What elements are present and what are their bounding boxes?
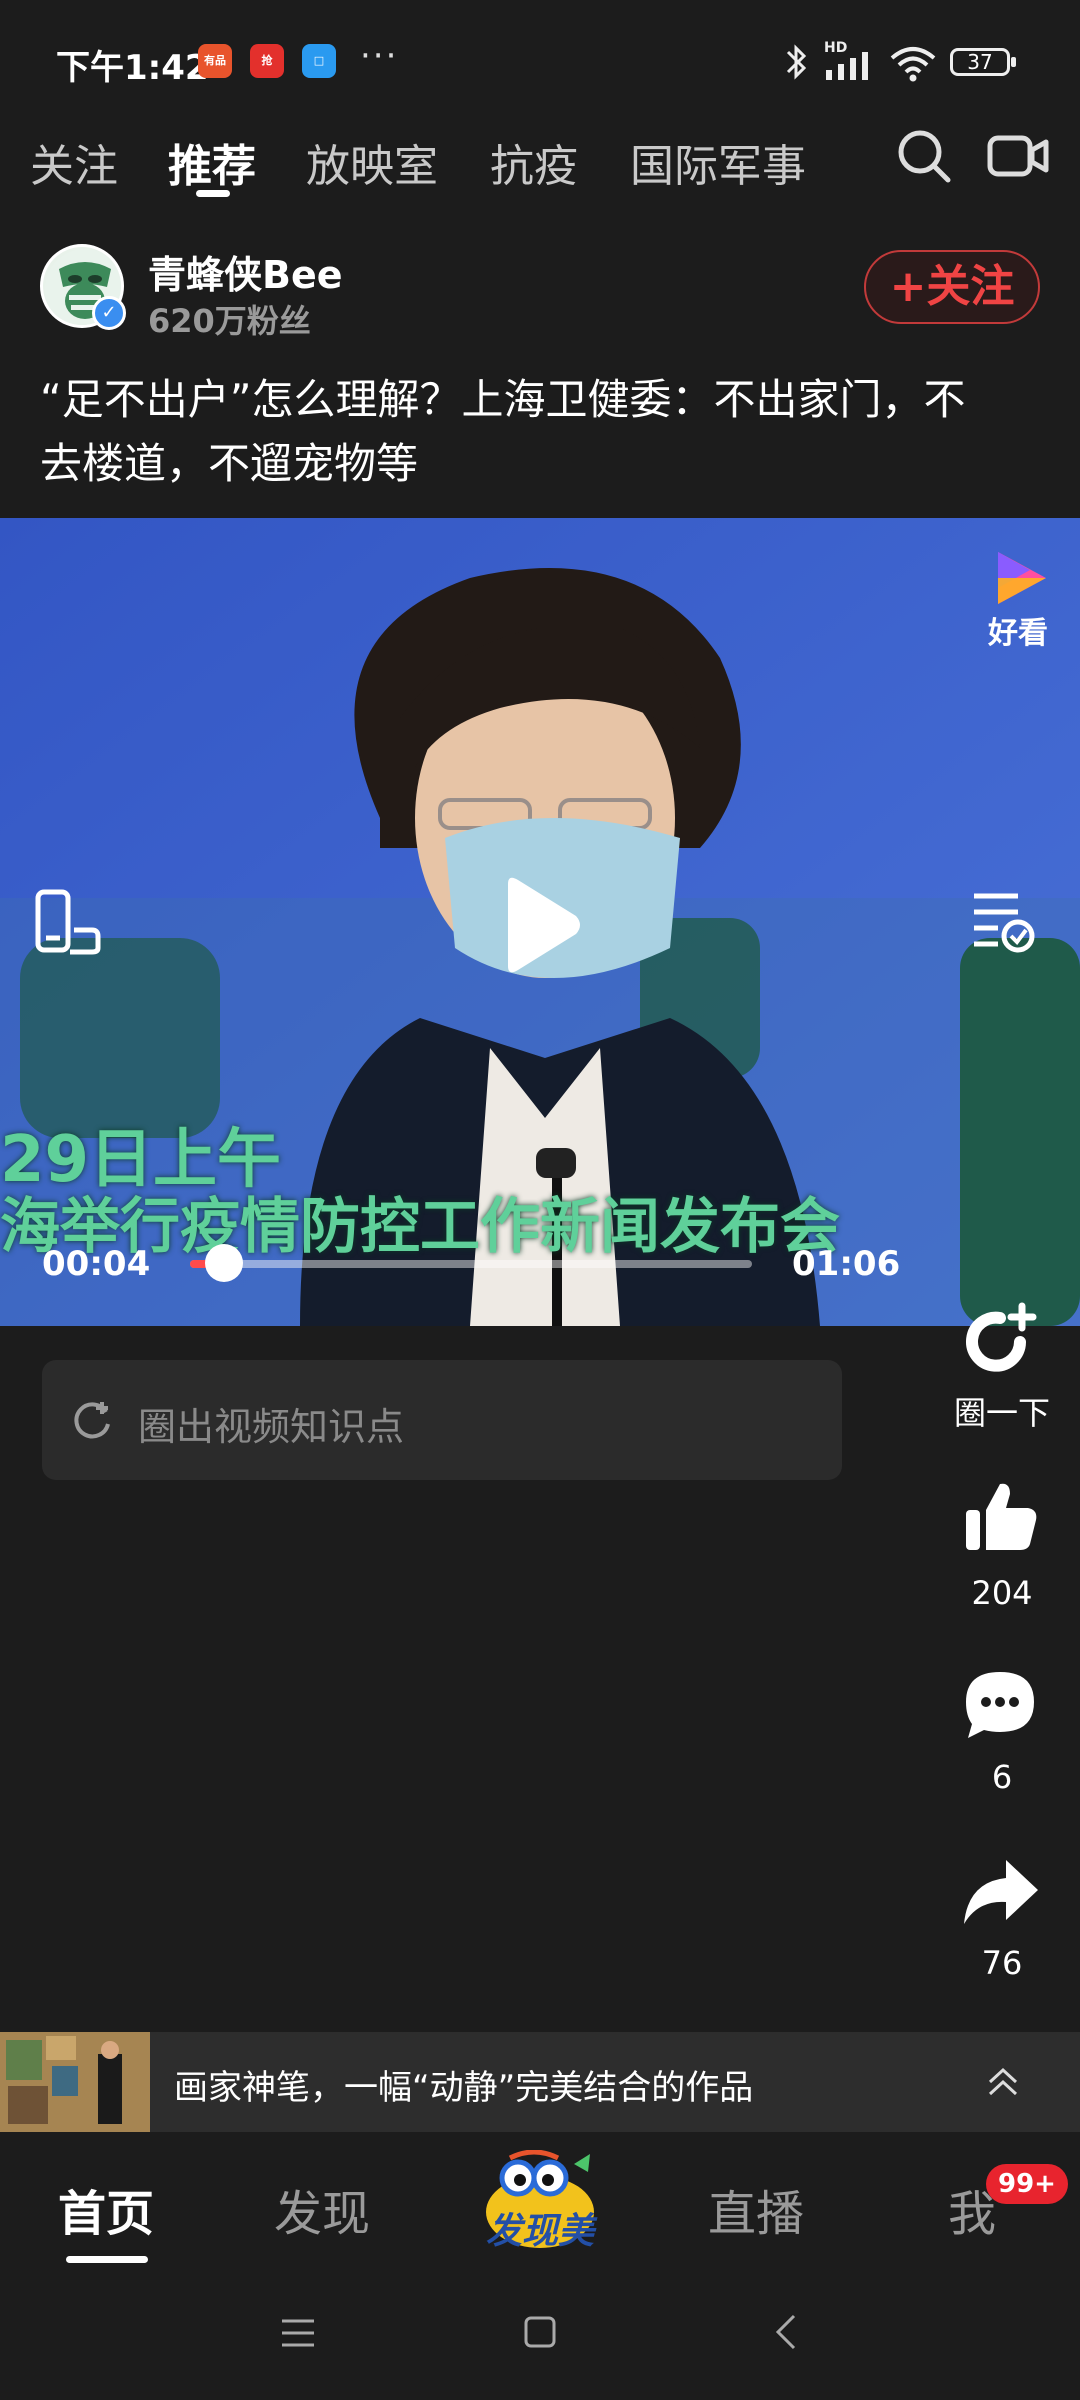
progress-track[interactable] bbox=[190, 1260, 752, 1268]
status-bar: 下午1:42 有品 抢 □ ··· HD 37 bbox=[0, 0, 1080, 120]
settings-list-icon[interactable] bbox=[968, 886, 1038, 956]
comment-count: 6 bbox=[991, 1758, 1013, 1796]
expand-up-icon[interactable] bbox=[986, 2062, 1020, 2102]
nav-discover[interactable]: 发现 bbox=[274, 2174, 370, 2244]
rotate-screen-icon[interactable] bbox=[30, 888, 110, 958]
cellular-signal-icon bbox=[826, 52, 868, 80]
nav-home[interactable]: 首页 bbox=[58, 2174, 154, 2244]
active-tab-indicator bbox=[196, 190, 230, 197]
top-tab-bar: 关注 推荐 放映室 抗疫 国际军事 bbox=[0, 120, 1080, 220]
tab-international-military[interactable]: 国际军事 bbox=[630, 130, 806, 194]
circle-select-label: 圈一下 bbox=[953, 1394, 1050, 1432]
duration: 01:06 bbox=[792, 1244, 901, 1284]
video-player[interactable]: 好看 29日上午 海举行疫情防控工作新闻发布会 00:04 01:06 bbox=[0, 518, 1080, 1326]
app-notification-icon-1: 有品 bbox=[198, 44, 232, 78]
like-thumb-icon[interactable] bbox=[962, 1480, 1040, 1554]
app-notification-icon-3: □ bbox=[302, 44, 336, 78]
recommendation-bar[interactable]: 画家神笔，一幅“动静”完美结合的作品 bbox=[0, 2032, 1080, 2132]
share-arrow-icon[interactable] bbox=[960, 1856, 1040, 1928]
like-count: 204 bbox=[971, 1574, 1033, 1612]
haokan-watermark: 好看 bbox=[988, 616, 1048, 651]
author-fans-count: 620万粉丝 bbox=[148, 302, 311, 340]
wifi-icon bbox=[890, 47, 936, 82]
circle-select-icon[interactable] bbox=[960, 1300, 1042, 1382]
nav-live[interactable]: 直播 bbox=[708, 2174, 804, 2244]
app-notification-icon-2: 抢 bbox=[250, 44, 284, 78]
verified-badge-icon: ✓ bbox=[92, 296, 126, 330]
menu-icon[interactable] bbox=[280, 2316, 316, 2350]
recommendation-thumbnail bbox=[0, 2032, 150, 2132]
tab-screening-room[interactable]: 放映室 bbox=[306, 130, 438, 194]
recommendation-title: 画家神笔，一幅“动静”完美结合的作品 bbox=[174, 2068, 754, 2108]
status-time: 下午1:42 bbox=[56, 48, 209, 88]
painting-thumbnail-image bbox=[0, 2032, 150, 2132]
nav-active-indicator bbox=[66, 2256, 148, 2263]
search-icon[interactable] bbox=[894, 126, 954, 186]
haokan-logo bbox=[990, 548, 1050, 608]
more-notifications-icon: ··· bbox=[360, 36, 399, 76]
video-camera-icon[interactable] bbox=[986, 130, 1050, 182]
system-navigation-bar bbox=[0, 2282, 1080, 2400]
author-row: ✓ 青蜂侠Bee 620万粉丝 +关注 bbox=[0, 230, 1080, 350]
haokan-play-logo-icon bbox=[998, 552, 1046, 604]
center-logo-text: 发现美 bbox=[485, 2211, 594, 2252]
knowledge-point-placeholder: 圈出视频知识点 bbox=[138, 1405, 405, 1449]
back-icon[interactable] bbox=[772, 2312, 802, 2352]
nav-center-logo[interactable]: 发现美 bbox=[480, 2149, 600, 2260]
refresh-icon bbox=[74, 1402, 110, 1439]
home-square-icon[interactable] bbox=[522, 2314, 558, 2350]
comment-icon[interactable] bbox=[962, 1668, 1038, 1740]
tab-follow[interactable]: 关注 bbox=[30, 130, 118, 194]
current-time: 00:04 bbox=[42, 1244, 151, 1284]
follow-button[interactable]: +关注 bbox=[864, 250, 1040, 324]
progress-thumb[interactable] bbox=[204, 1244, 243, 1282]
bluetooth-icon bbox=[786, 44, 807, 80]
video-headline[interactable]: “足不出户”怎么理解？上海卫健委：不出家门，不去楼道，不遛宠物等 bbox=[40, 368, 1000, 496]
knowledge-point-box[interactable]: 圈出视频知识点 bbox=[42, 1360, 842, 1480]
bottom-navigation: 首页 发现 发现美 直播 我 99+ bbox=[0, 2132, 1080, 2282]
tab-anti-epidemic[interactable]: 抗疫 bbox=[490, 130, 578, 194]
notification-badge: 99+ bbox=[986, 2164, 1068, 2204]
share-count: 76 bbox=[981, 1944, 1023, 1982]
author-name[interactable]: 青蜂侠Bee bbox=[148, 244, 343, 299]
battery-icon: 37 bbox=[950, 48, 1016, 76]
tab-recommend[interactable]: 推荐 bbox=[168, 130, 256, 194]
play-button-icon[interactable] bbox=[480, 870, 590, 980]
